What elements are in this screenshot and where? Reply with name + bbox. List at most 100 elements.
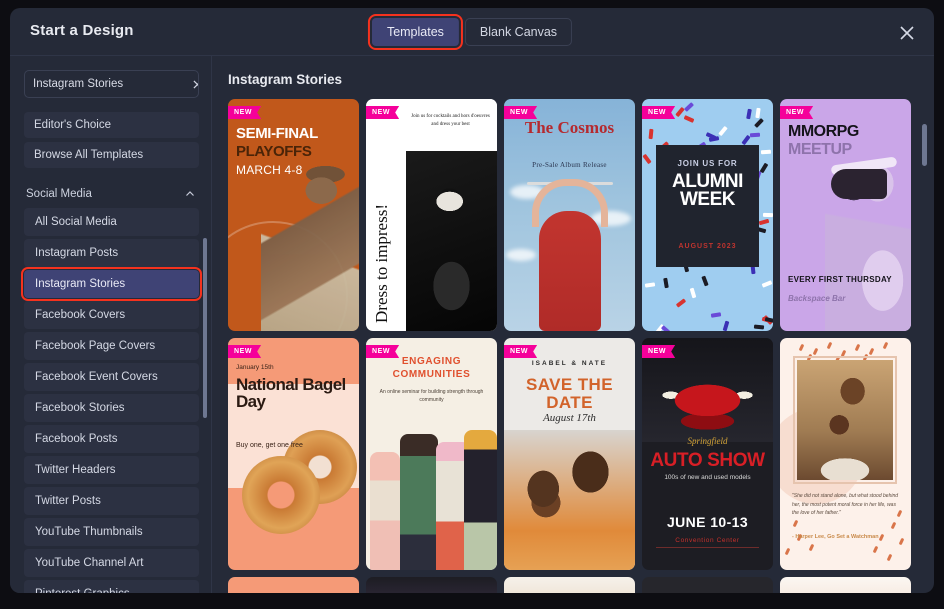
template-title: National Bagel Day <box>236 376 359 411</box>
new-badge: NEW <box>504 345 537 358</box>
template-date: January 15th <box>236 364 274 371</box>
template-card-mmorpg-meetup[interactable]: NEW MMORPG MEETUP EVERY FIRST THURSDAY B… <box>780 99 911 331</box>
new-badge: NEW <box>780 106 813 119</box>
template-card-partial[interactable] <box>504 577 635 593</box>
divider <box>656 547 759 548</box>
dot-shape <box>813 348 819 356</box>
template-line-1: SEMI-FINAL <box>236 125 318 142</box>
sidebar-item-twitter-headers[interactable]: Twitter Headers <box>24 456 199 484</box>
template-names: ISABEL & NATE <box>504 360 635 367</box>
template-line-3: AUGUST 2023 <box>656 243 759 250</box>
confetti-piece <box>759 163 768 174</box>
sidebar-item-facebook-covers[interactable]: Facebook Covers <box>24 301 199 329</box>
people-illustration <box>366 420 497 570</box>
baseball-player-image <box>261 151 359 331</box>
sidebar-item-instagram-posts[interactable]: Instagram Posts <box>24 239 199 267</box>
new-badge: NEW <box>504 106 537 119</box>
confetti-piece <box>723 321 730 331</box>
dot-shape <box>883 342 889 350</box>
tab-bar: Templates Blank Canvas <box>372 18 572 46</box>
tab-templates[interactable]: Templates <box>372 18 459 46</box>
template-line-1: MMORPG <box>788 123 859 141</box>
chevron-up-icon <box>185 189 195 199</box>
person-shape <box>370 452 400 570</box>
template-line-3: MARCH 4-8 <box>236 163 302 177</box>
main-scrollbar[interactable] <box>922 124 927 166</box>
template-card-partial[interactable] <box>780 577 911 593</box>
template-card-partial[interactable] <box>642 577 773 593</box>
sidebar-item-browse-all-templates[interactable]: Browse All Templates <box>24 142 199 168</box>
template-attribution: - Harper Lee, Go Set a Watchman <box>792 534 899 540</box>
template-card-partial[interactable] <box>228 577 359 593</box>
template-card-fathers-day-quote[interactable]: "She did not stand alone, but what stood… <box>780 338 911 570</box>
template-card-the-cosmos[interactable]: NEW The Cosmos Pre-Sale Album Release <box>504 99 635 331</box>
template-grid-row-partial <box>228 577 918 593</box>
sidebar-item-instagram-stories[interactable]: Instagram Stories <box>24 270 199 298</box>
photo-frame <box>793 356 897 484</box>
template-card-partial[interactable] <box>366 577 497 593</box>
confetti-piece <box>750 132 760 137</box>
tab-blank-canvas[interactable]: Blank Canvas <box>465 18 572 46</box>
confetti-piece <box>759 219 770 225</box>
template-title: ENGAGING COMMUNITIES <box>372 356 491 381</box>
confetti-piece <box>711 313 721 318</box>
sidebar-section-label: Social Media <box>26 188 92 200</box>
sidebar-item-facebook-event-covers[interactable]: Facebook Event Covers <box>24 363 199 391</box>
sidebar-category-list: All Social Media Instagram Posts Instagram… <box>24 208 199 593</box>
new-badge: NEW <box>642 345 675 358</box>
confetti-piece <box>746 108 752 119</box>
vr-headset-shape <box>831 169 887 199</box>
sidebar-item-facebook-posts[interactable]: Facebook Posts <box>24 425 199 453</box>
template-title: SAVE THE DATE <box>504 376 635 412</box>
sidebar-scrollbar[interactable] <box>203 238 207 418</box>
quick-links: Editor's Choice Browse All Templates <box>24 112 199 168</box>
template-line-2: MEETUP <box>788 141 852 159</box>
search-input[interactable] <box>25 71 193 97</box>
template-vertical-title: Dress to impress! <box>372 204 392 323</box>
sidebar-item-pinterest-graphics[interactable]: Pinterest Graphics <box>24 580 199 593</box>
sidebar-item-youtube-channel-art[interactable]: YouTube Channel Art <box>24 549 199 577</box>
dot-shape <box>855 344 861 352</box>
clear-search-icon[interactable] <box>193 71 199 97</box>
dialog-body: Editor's Choice Browse All Templates Soc… <box>10 56 934 593</box>
confetti-piece <box>676 299 686 308</box>
template-title: The Cosmos <box>504 119 635 137</box>
template-venue: Convention Center <box>642 537 773 544</box>
template-subtitle: Pre-Sale Album Release <box>504 161 635 169</box>
template-card-semi-final-playoffs[interactable]: NEW SEMI-FINAL PLAYOFFS MARCH 4-8 <box>228 99 359 331</box>
template-card-dress-to-impress[interactable]: NEW Join us for cocktails and hors d'oeu… <box>366 99 497 331</box>
confetti-piece <box>761 150 771 154</box>
template-line-2: ALUMNI WEEK <box>656 173 759 209</box>
template-card-springfield-auto-show[interactable]: NEW Springfield AUTO SHOW 100s of new an… <box>642 338 773 570</box>
sidebar-item-youtube-thumbnails[interactable]: YouTube Thumbnails <box>24 518 199 546</box>
template-card-save-the-date[interactable]: NEW ISABEL & NATE SAVE THE DATE August 1… <box>504 338 635 570</box>
template-card-alumni-week[interactable]: NEW JOIN US FOR ALUMNI WEEK AUGUST 2023 <box>642 99 773 331</box>
dot-shape <box>899 538 905 546</box>
template-card-national-bagel-day[interactable]: NEW January 15th National Bagel Day Buy … <box>228 338 359 570</box>
sidebar-item-facebook-page-covers[interactable]: Facebook Page Covers <box>24 332 199 360</box>
search-bar <box>24 70 199 98</box>
dot-shape <box>891 522 897 530</box>
template-title: AUTO SHOW <box>642 450 773 472</box>
template-date: August 17th <box>504 412 635 424</box>
confetti-piece <box>642 154 651 164</box>
new-badge: NEW <box>366 106 399 119</box>
template-line-4: Backspace Bar <box>788 294 845 303</box>
template-quote: "She did not stand alone, but what stood… <box>792 492 899 518</box>
sidebar-item-all-social-media[interactable]: All Social Media <box>24 208 199 236</box>
confetti-piece <box>706 132 717 140</box>
close-icon[interactable] <box>896 22 918 44</box>
dot-shape <box>827 342 833 350</box>
template-card-engaging-communities[interactable]: NEW ENGAGING COMMUNITIES An online semin… <box>366 338 497 570</box>
sidebar-section-social-media[interactable]: Social Media <box>24 184 199 208</box>
person-shape <box>400 434 438 570</box>
template-script-title: Springfield <box>642 436 773 446</box>
confetti-piece <box>683 116 694 124</box>
fashion-photo <box>406 151 497 331</box>
sidebar-item-twitter-posts[interactable]: Twitter Posts <box>24 487 199 515</box>
confetti-piece <box>754 118 764 128</box>
sidebar-item-editors-choice[interactable]: Editor's Choice <box>24 112 199 138</box>
dot-shape <box>887 554 893 562</box>
sidebar-item-facebook-stories[interactable]: Facebook Stories <box>24 394 199 422</box>
confetti-piece <box>664 278 670 289</box>
